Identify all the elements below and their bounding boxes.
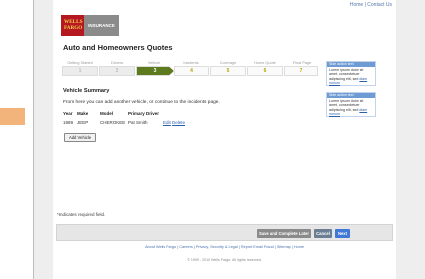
column-make: Make xyxy=(77,111,89,116)
next-button[interactable]: Next xyxy=(335,229,350,238)
step-1[interactable]: 1 xyxy=(62,66,98,76)
vehicle-driver: Pat Smith xyxy=(128,120,148,125)
step-label-incidents: Incidents xyxy=(183,61,199,65)
copyright-text: © 1999 - 2010 Wells Fargo. All rights re… xyxy=(187,258,262,262)
vehicle-summary-title: Vehicle Summary xyxy=(63,88,110,94)
action-bar: Save and Complete Later Cancel Next xyxy=(56,224,393,241)
wells-fargo-insurance-logo[interactable]: WELLS FARGO INSURANCE xyxy=(61,15,119,36)
step-2[interactable]: 2 xyxy=(99,66,135,76)
wells-fargo-logo-mark: WELLS FARGO xyxy=(61,15,84,36)
step-label-home-quote: Home Quote xyxy=(254,61,276,65)
cancel-button[interactable]: Cancel xyxy=(314,229,332,238)
side-action-body: Lorem ipsum dolor sit amet, consectetuer… xyxy=(327,98,375,117)
add-vehicle-button[interactable]: Add Vehicle xyxy=(64,133,96,142)
column-year: Year xyxy=(63,111,73,116)
vehicle-model: CHEROKEE xyxy=(100,120,126,125)
contact-us-link[interactable]: Contact Us xyxy=(367,2,392,8)
page-title: Auto and Homeowners Quotes xyxy=(63,43,173,52)
save-and-complete-later-button[interactable]: Save and Complete Later xyxy=(257,229,311,238)
step-7: 7 xyxy=(284,66,318,76)
side-action-box-2: Side action text Lorem ipsum dolor sit a… xyxy=(326,92,376,117)
step-label-vehicle: Vehicle xyxy=(147,61,161,65)
main-content: Home | Contact Us WELLS FARGO INSURANCE … xyxy=(53,0,396,279)
delete-vehicle-link[interactable]: Delete xyxy=(172,120,185,125)
edit-vehicle-link[interactable]: Edit xyxy=(163,120,171,125)
logo-line-2: FARGO xyxy=(64,24,83,31)
left-margin xyxy=(0,0,33,279)
progress-steps: Getting Started Drivers Vehicle Incident… xyxy=(62,61,318,77)
orange-accent-block xyxy=(0,108,25,125)
vehicle-year: 1989 xyxy=(63,120,74,125)
footer-links[interactable]: About Wells Fargo | Careers | Privacy, S… xyxy=(53,245,396,249)
top-links: Home | Contact Us xyxy=(350,2,392,8)
required-field-note: *Indicates required field. xyxy=(57,212,106,217)
insurance-logo-text: INSURANCE xyxy=(84,15,119,36)
side-action-body: Lorem ipsum dolor sit amet, consectetuer… xyxy=(327,67,375,86)
home-link[interactable]: Home xyxy=(350,2,363,8)
page-background: Home | Contact Us WELLS FARGO INSURANCE … xyxy=(33,0,425,279)
side-action-box-1: Side action text Lorem ipsum dolor sit a… xyxy=(326,61,376,86)
step-5: 5 xyxy=(210,66,246,76)
column-model: Model xyxy=(100,111,113,116)
vehicle-summary-intro: From here you can add another vehicle, o… xyxy=(63,100,220,105)
column-primary-driver: Primary Driver xyxy=(128,111,160,116)
step-3-current: 3 xyxy=(136,66,174,76)
step-label-coverage: Coverage xyxy=(219,61,237,65)
vehicle-make: JEEP xyxy=(77,120,89,125)
step-6: 6 xyxy=(247,66,283,76)
step-4: 4 xyxy=(174,66,209,76)
step-label-drivers: Drivers xyxy=(110,61,124,65)
step-label-getting-started: Getting Started xyxy=(67,61,93,65)
step-label-final-page: Final Page xyxy=(292,61,312,65)
